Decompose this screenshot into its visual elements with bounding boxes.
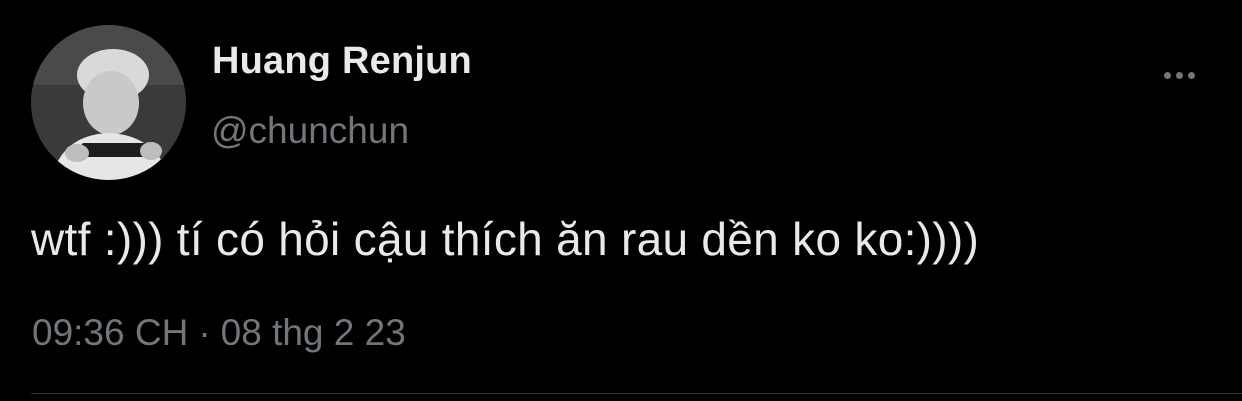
- tweet-text: wtf :))) tí có hỏi cậu thích ăn rau dền …: [31, 213, 980, 265]
- meta-separator: ·: [198, 312, 211, 353]
- divider: [31, 393, 1242, 394]
- tweet: Huang Renjun @chunchun wtf :))) tí có hỏ…: [0, 0, 1242, 401]
- tweet-timestamp[interactable]: 09:36 CH · 08 thg 2 23: [32, 312, 406, 354]
- author-handle[interactable]: @chunchun: [211, 110, 409, 152]
- more-horizontal-icon: [1163, 71, 1195, 79]
- more-options-button[interactable]: [1152, 58, 1206, 92]
- tweet-date: 08 thg 2 23: [220, 312, 406, 353]
- tweet-time: 09:36 CH: [32, 312, 189, 353]
- avatar-image: [31, 25, 186, 180]
- author-display-name[interactable]: Huang Renjun: [212, 40, 472, 83]
- avatar[interactable]: [31, 25, 186, 180]
